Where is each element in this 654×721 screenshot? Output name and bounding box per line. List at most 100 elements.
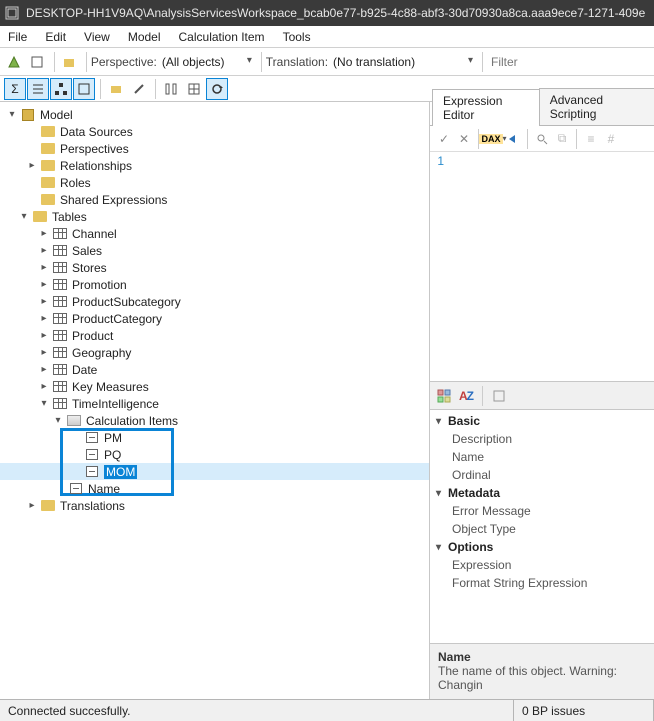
menu-view[interactable]: View [84,30,110,44]
code-area[interactable] [448,152,654,381]
prop-objtype[interactable]: Object Type [430,520,654,538]
menu-edit[interactable]: Edit [45,30,66,44]
tree-table[interactable]: ▸Geography [0,344,429,361]
toolbar: Perspective: (All objects) Translation: … [0,48,654,76]
indent-icon[interactable]: ≡ [581,129,601,149]
tree-table[interactable]: ▸Date [0,361,429,378]
separator [54,52,55,72]
expression-editor[interactable]: 1 [430,152,654,382]
accept-icon[interactable]: ✓ [434,129,454,149]
hierarchy-icon[interactable] [50,78,72,100]
help-desc: The name of this object. Warning: Changi… [438,664,646,692]
categorized-icon[interactable] [434,386,454,406]
help-name: Name [438,650,646,664]
filter-input[interactable] [487,53,650,71]
alphabetical-icon[interactable]: AZ [456,386,476,406]
grid-icon[interactable] [183,78,205,100]
prop-formatstr[interactable]: Format String Expression [430,574,654,592]
tree-table[interactable]: ▸ProductCategory [0,310,429,327]
folder-icon [40,176,56,190]
calc-item-icon [84,431,100,445]
copy-icon[interactable]: ⧉ [552,129,572,149]
dax-dropdown[interactable]: DAX▾ [483,129,503,149]
separator [86,52,87,72]
prop-group-metadata[interactable]: ▾Metadata [430,484,654,502]
tree-table-ti[interactable]: ▾TimeIntelligence [0,395,429,412]
cancel-icon[interactable]: ✕ [454,129,474,149]
tree-table[interactable]: ▸Promotion [0,276,429,293]
table-icon [52,380,68,394]
list-icon[interactable] [27,78,49,100]
menu-model[interactable]: Model [128,30,161,44]
tree-folder-shared[interactable]: ▸Shared Expressions [0,191,429,208]
tree-calcitems[interactable]: ▾Calculation Items [0,412,429,429]
prop-error[interactable]: Error Message [430,502,654,520]
property-pages-icon[interactable] [489,386,509,406]
separator [527,129,528,149]
menu-calculation-item[interactable]: Calculation Item [179,30,265,44]
deploy-icon[interactable] [4,51,25,73]
table-icon [52,312,68,326]
cube-icon[interactable] [27,51,48,73]
tree-calcitem-mom[interactable]: .MOM [0,463,429,480]
table-icon [52,363,68,377]
separator [100,79,101,99]
editor-toolbar: ✓ ✕ DAX▾ ⧉ ≡ # [430,126,654,152]
tree-calcitem-pq[interactable]: .PQ [0,446,429,463]
window-title: DESKTOP-HH1V9AQ\AnalysisServicesWorkspac… [26,6,645,20]
line-gutter: 1 [430,152,448,381]
prop-group-options[interactable]: ▾Options [430,538,654,556]
prop-description[interactable]: Description [430,430,654,448]
tree-folder-roles[interactable]: ▸Roles [0,174,429,191]
translation-combo[interactable]: (No translation) [328,53,478,71]
sigma-icon[interactable]: Σ [4,78,26,100]
calc-group-icon [66,414,82,428]
goto-icon[interactable] [503,129,523,149]
table-icon [52,244,68,258]
separator [482,52,483,72]
comment-icon[interactable]: # [601,129,621,149]
tree-table[interactable]: ▸Stores [0,259,429,276]
columns-icon[interactable] [160,78,182,100]
edit-icon[interactable] [128,78,150,100]
property-toolbar: AZ [430,382,654,410]
prop-expression[interactable]: Expression [430,556,654,574]
tree-name-column[interactable]: .Name [0,480,429,497]
tree-table[interactable]: ▸ProductSubcategory [0,293,429,310]
status-bar: Connected succesfully. 0 BP issues [0,699,654,721]
cube-view-icon[interactable] [73,78,95,100]
table-icon [52,227,68,241]
tree-table[interactable]: ▸Key Measures [0,378,429,395]
tree-folder-perspectives[interactable]: ▸Perspectives [0,140,429,157]
folder-icon [40,193,56,207]
tree-tables[interactable]: ▾Tables [0,208,429,225]
tree-model[interactable]: ▾Model [0,106,429,123]
table-icon [52,278,68,292]
tree-calcitem-pm[interactable]: .PM [0,429,429,446]
tree-table[interactable]: ▸Sales [0,242,429,259]
table-icon [52,261,68,275]
tree-table[interactable]: ▸Product [0,327,429,344]
tree-folder-datasources[interactable]: ▸Data Sources [0,123,429,140]
calc-item-icon [84,448,100,462]
perspective-label: Perspective: [91,55,157,69]
prop-group-basic[interactable]: ▾Basic [430,412,654,430]
refresh-icon[interactable] [206,78,228,100]
tree-table[interactable]: ▸Channel [0,225,429,242]
prop-name[interactable]: Name [430,448,654,466]
folder-icon [40,125,56,139]
tree-folder-relationships[interactable]: ▸Relationships [0,157,429,174]
property-grid[interactable]: ▾Basic Description Name Ordinal ▾Metadat… [430,410,654,643]
folder-icon [32,210,48,224]
tree-folder-translations[interactable]: ▸Translations [0,497,429,514]
search-icon[interactable] [532,129,552,149]
folder-view-icon[interactable] [105,78,127,100]
perspective-combo[interactable]: (All objects) [157,53,257,71]
menu-file[interactable]: File [8,30,27,44]
prop-ordinal[interactable]: Ordinal [430,466,654,484]
tab-advanced-scripting[interactable]: Advanced Scripting [539,88,654,125]
menu-tools[interactable]: Tools [283,30,311,44]
model-tree[interactable]: ▾Model ▸Data Sources ▸Perspectives ▸Rela… [0,102,430,699]
open-icon[interactable] [59,51,80,73]
tab-expression-editor[interactable]: Expression Editor [432,89,540,126]
